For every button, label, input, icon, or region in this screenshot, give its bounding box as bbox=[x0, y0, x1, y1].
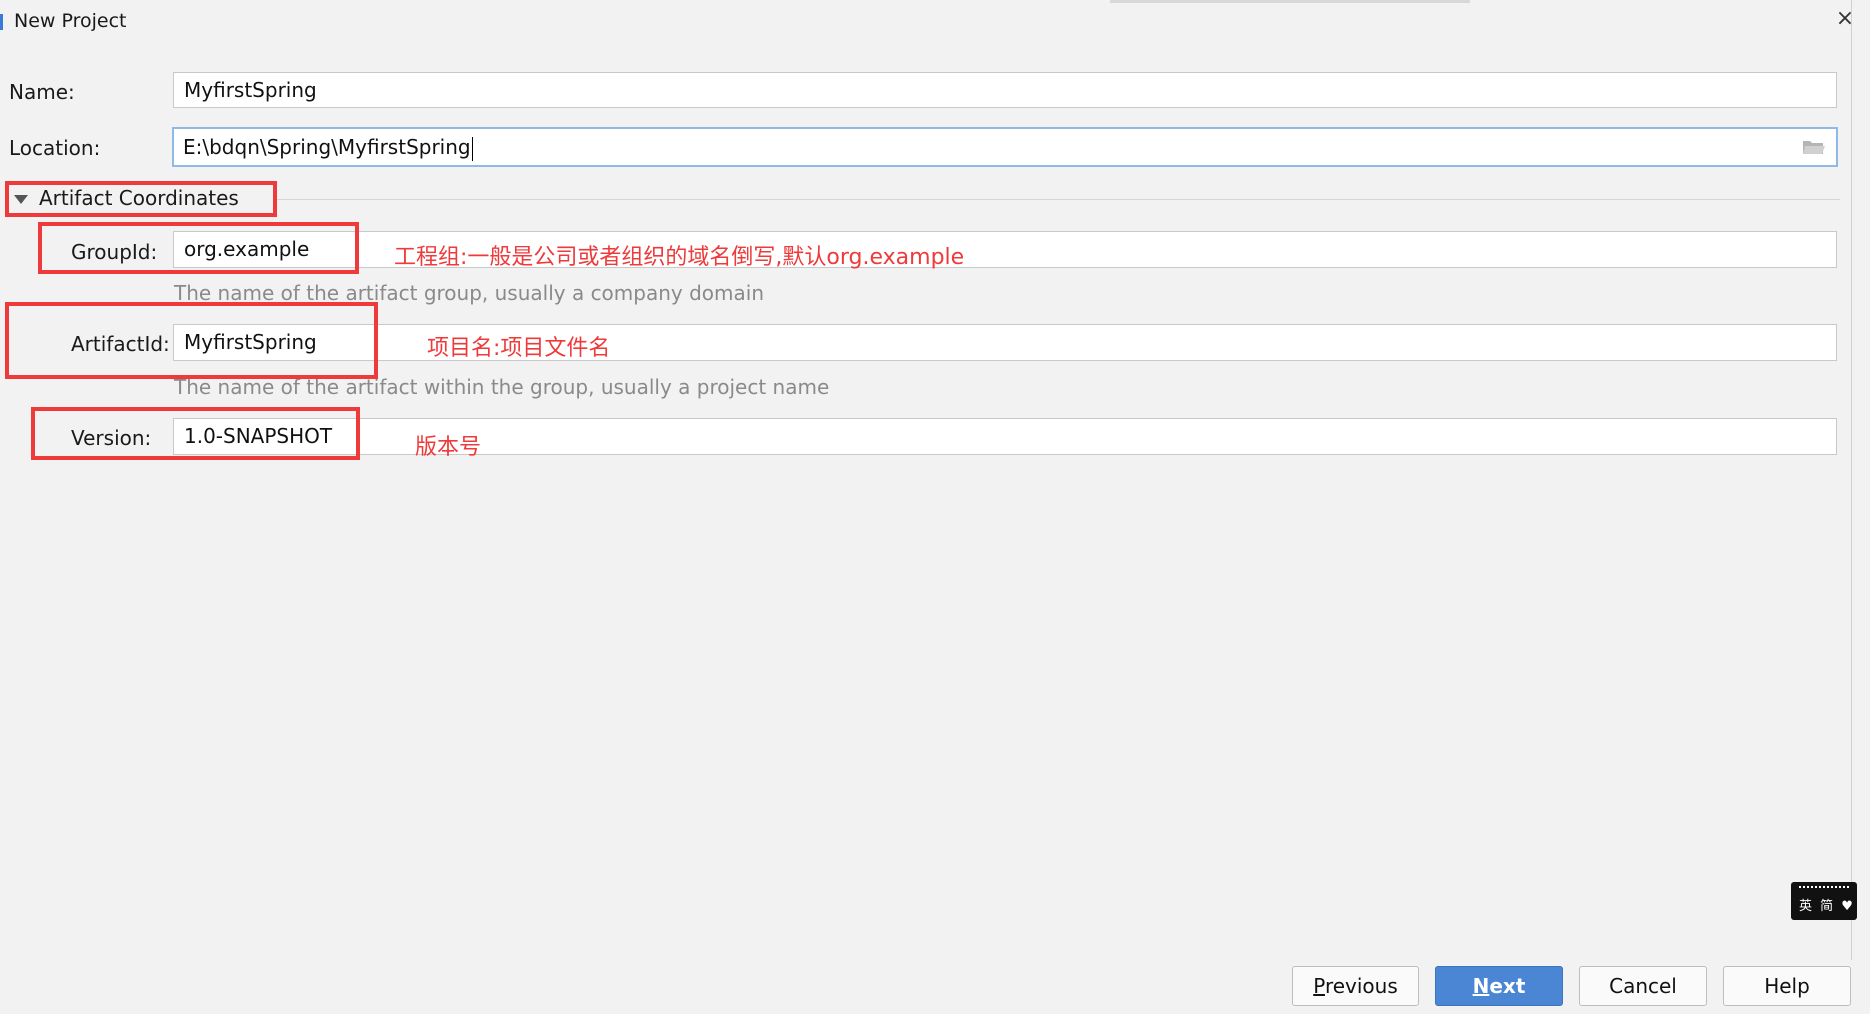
cancel-button[interactable]: Cancel bbox=[1579, 966, 1707, 1006]
title-accent-bar bbox=[0, 14, 3, 30]
annotation-version: 版本号 bbox=[415, 435, 482, 460]
location-label: Location: bbox=[9, 136, 101, 160]
previous-mnemonic: P bbox=[1313, 974, 1325, 998]
highlight-box-section bbox=[5, 181, 277, 217]
close-icon[interactable]: × bbox=[1834, 4, 1856, 34]
window-title: New Project bbox=[14, 10, 127, 32]
section-divider bbox=[276, 199, 1840, 200]
name-label: Name: bbox=[9, 80, 75, 104]
folder-icon[interactable] bbox=[1802, 138, 1826, 156]
ime-indicator[interactable]: 英 简 ♥ bbox=[1791, 882, 1857, 920]
next-label: ext bbox=[1489, 974, 1526, 998]
location-value: E:\bdqn\Spring\MyfirstSpring bbox=[183, 135, 471, 159]
previous-label: revious bbox=[1324, 974, 1398, 998]
top-shadow bbox=[1110, 0, 1470, 3]
text-caret bbox=[471, 136, 473, 161]
next-mnemonic: N bbox=[1472, 974, 1490, 998]
highlight-box-groupid bbox=[38, 222, 359, 274]
ime-dots bbox=[1799, 886, 1849, 891]
highlight-box-version bbox=[31, 407, 360, 460]
scroll-edge bbox=[1851, 0, 1852, 960]
previous-button[interactable]: Previous bbox=[1292, 966, 1419, 1006]
ime-text: 英 简 ♥ bbox=[1799, 899, 1855, 914]
next-button[interactable]: Next bbox=[1435, 966, 1563, 1006]
name-input[interactable]: MyfirstSpring bbox=[173, 72, 1837, 108]
help-button[interactable]: Help bbox=[1723, 966, 1851, 1006]
location-input[interactable]: E:\bdqn\Spring\MyfirstSpring bbox=[172, 127, 1838, 167]
highlight-box-artifactid bbox=[5, 302, 378, 379]
annotation-artifactid: 项目名:项目文件名 bbox=[427, 336, 611, 361]
annotation-groupid: 工程组:一般是公司或者组织的域名倒写,默认org.example bbox=[394, 245, 965, 270]
artifactid-input[interactable]: MyfirstSpring bbox=[173, 324, 1837, 361]
